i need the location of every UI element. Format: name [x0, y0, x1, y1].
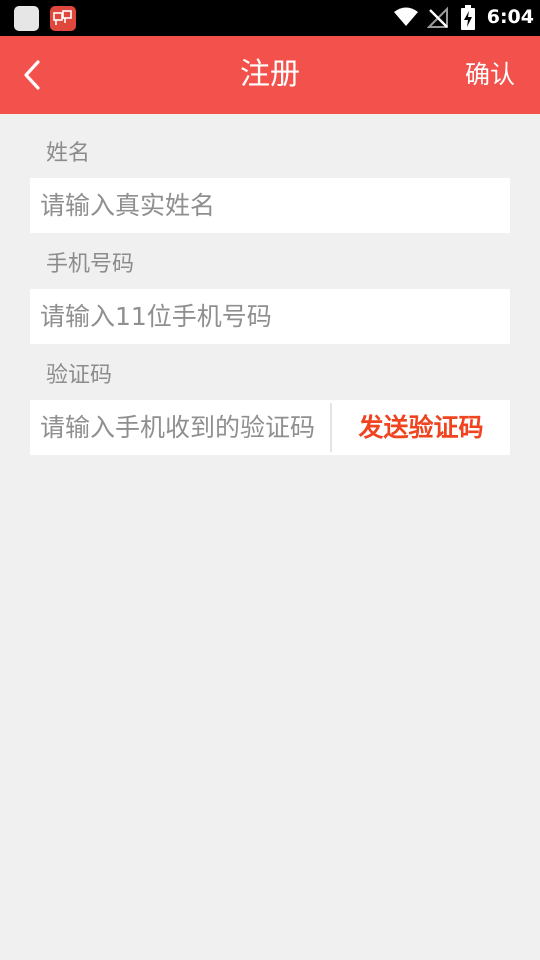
back-button[interactable]	[12, 52, 52, 98]
page-title: 注册	[240, 57, 300, 92]
status-time: 6:04	[486, 6, 534, 28]
phone-field	[30, 289, 510, 344]
name-input[interactable]	[30, 178, 510, 233]
code-input[interactable]	[30, 400, 320, 455]
app-bar: 注册 确认	[0, 36, 540, 114]
chevron-left-icon	[24, 60, 40, 90]
no-signal-icon	[427, 7, 448, 28]
code-label: 验证码	[46, 363, 113, 388]
wifi-icon	[394, 7, 418, 26]
phone-label: 手机号码	[46, 252, 135, 277]
name-field	[30, 178, 510, 233]
send-code-button[interactable]: 发送验证码	[332, 400, 510, 455]
battery-charging-icon	[461, 5, 475, 30]
phone-input[interactable]	[30, 289, 510, 344]
app-icon-blank	[14, 6, 39, 31]
code-field: 发送验证码	[30, 400, 510, 455]
name-label: 姓名	[46, 141, 91, 166]
app-icon-chat	[50, 6, 76, 31]
confirm-button[interactable]: 确认	[452, 57, 528, 93]
status-bar: 6:04	[0, 0, 540, 36]
